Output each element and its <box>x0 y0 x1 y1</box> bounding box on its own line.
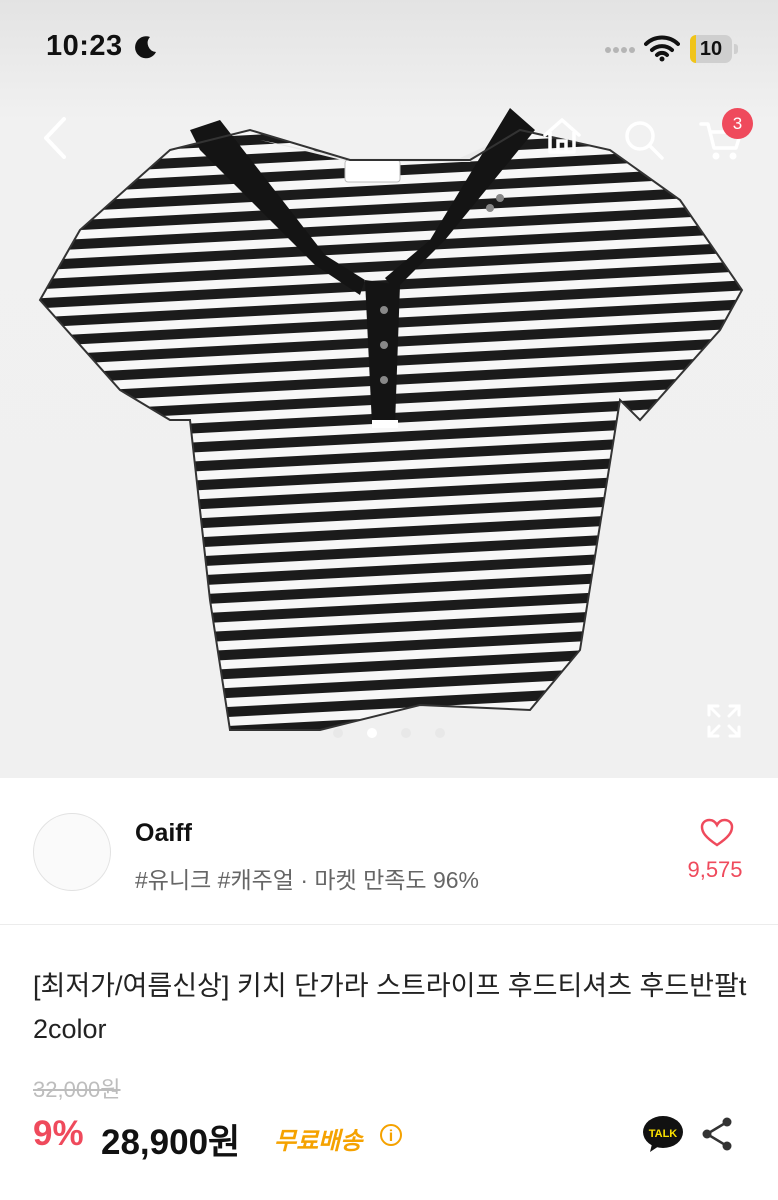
carousel-dot[interactable] <box>401 728 411 738</box>
battery-nub <box>734 44 738 54</box>
signal-icon <box>605 47 635 53</box>
cart-count-badge: 3 <box>722 108 753 139</box>
share-icon[interactable] <box>700 1116 734 1152</box>
product-title: [최저가/여름신상] 키치 단가라 스트라이프 후드티셔츠 후드반팔t 2col… <box>33 971 747 1044</box>
home-icon[interactable] <box>540 114 584 158</box>
fullscreen-icon[interactable] <box>706 703 742 739</box>
battery-indicator: 10 <box>690 35 732 63</box>
shop-tags: #유니크 #캐주얼 · 마켓 만족도 96% <box>135 867 479 893</box>
shop-name[interactable]: Oaiff <box>135 819 192 848</box>
status-time: 10:23 <box>46 30 123 62</box>
moon-icon <box>135 36 156 59</box>
back-icon[interactable] <box>40 115 70 161</box>
carousel-dot-active[interactable] <box>367 728 377 738</box>
sale-price: 28,900원 <box>101 1123 241 1162</box>
info-icon[interactable]: i <box>380 1124 402 1146</box>
search-icon[interactable] <box>622 118 666 162</box>
shop-info[interactable]: Oaiff #유니크 #캐주얼 · 마켓 만족도 96% 9,575 <box>0 778 778 925</box>
discount-rate: 9% <box>33 1114 84 1153</box>
heart-icon[interactable] <box>684 818 750 848</box>
product-image <box>38 108 744 731</box>
shop-avatar[interactable] <box>33 813 111 891</box>
status-bar: 10:23 10 <box>0 0 778 100</box>
like-count: 9,575 <box>687 857 743 882</box>
carousel-dot[interactable] <box>333 728 343 738</box>
free-shipping-label: 무료배송 <box>274 1128 363 1155</box>
carousel-indicator <box>0 725 778 743</box>
kakao-talk-label: TALK <box>649 1128 678 1140</box>
battery-level: 10 <box>699 38 723 60</box>
carousel-dot[interactable] <box>435 728 445 738</box>
product-image-carousel[interactable]: 10:23 10 3 <box>0 0 778 778</box>
original-price: 32,000원 <box>33 1077 121 1102</box>
kakao-talk-icon[interactable]: TALK <box>642 1114 684 1154</box>
wifi-icon <box>644 35 680 62</box>
